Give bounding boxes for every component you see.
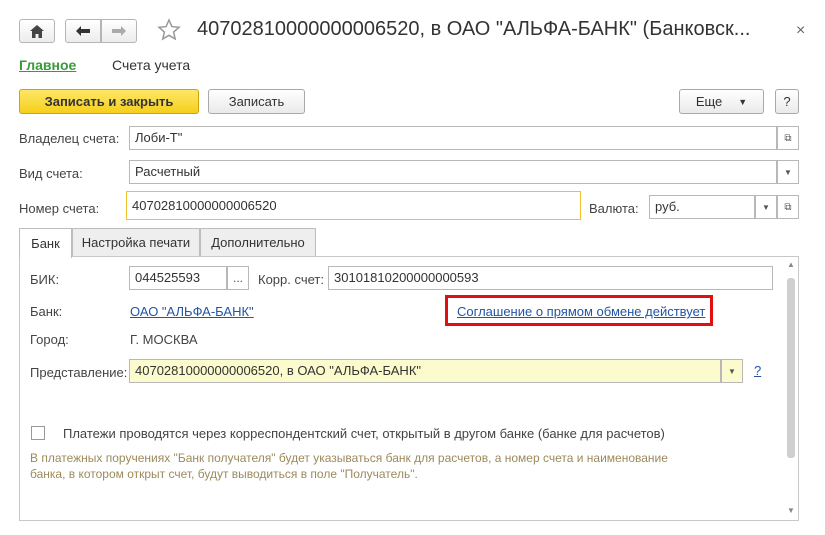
note-line-2: банка, в котором открыт счет, будут выво… — [30, 467, 418, 481]
bik-label: БИК: — [30, 272, 60, 287]
dropdown-arrow-icon: ▼ — [728, 366, 736, 376]
note-line-1: В платежных поручениях "Банк получателя"… — [30, 451, 668, 465]
help-button[interactable]: ? — [775, 89, 799, 114]
corr-label: Корр. счет: — [258, 272, 324, 287]
arrow-right-icon — [112, 26, 126, 36]
city-value: Г. МОСКВА — [130, 332, 198, 347]
representation-dropdown-button[interactable]: ▼ — [721, 359, 743, 383]
panel-scrollbar[interactable]: ▲ ▼ — [785, 258, 797, 520]
scroll-down-icon[interactable]: ▼ — [787, 506, 795, 515]
home-button[interactable] — [19, 19, 55, 43]
type-label: Вид счета: — [19, 166, 83, 181]
bank-label: Банк: — [30, 304, 63, 319]
city-label: Город: — [30, 332, 69, 347]
dropdown-arrow-icon: ▼ — [784, 167, 792, 177]
tab-print-settings[interactable]: Настройка печати — [72, 228, 200, 256]
tab-bank[interactable]: Банк — [19, 228, 72, 258]
back-button[interactable] — [65, 19, 101, 43]
agreement-link[interactable]: Соглашение о прямом обмене действует — [457, 304, 705, 319]
favorite-star-icon[interactable] — [157, 18, 181, 45]
correspondent-checkbox[interactable] — [31, 426, 45, 440]
currency-field[interactable]: руб. — [649, 195, 755, 219]
nav-accounts[interactable]: Счета учета — [112, 57, 190, 73]
corr-account-field[interactable]: 30101810200000000593 — [328, 266, 773, 290]
window-title: 40702810000000006520, в ОАО "АЛЬФА-БАНК"… — [197, 18, 751, 40]
currency-label: Валюта: — [589, 201, 639, 216]
currency-dropdown-button[interactable]: ▼ — [755, 195, 777, 219]
open-window-icon: ⧉ — [784, 132, 792, 144]
number-label: Номер счета: — [19, 201, 100, 216]
bank-link[interactable]: ОАО "АЛЬФА-БАНК" — [130, 304, 254, 319]
save-and-close-button[interactable]: Записать и закрыть — [19, 89, 199, 114]
dropdown-arrow-icon: ▼ — [738, 96, 748, 107]
forward-button[interactable] — [101, 19, 137, 43]
save-button[interactable]: Записать — [208, 89, 305, 114]
owner-field[interactable]: Лоби-Т" — [129, 126, 777, 150]
bik-select-button[interactable]: ... — [227, 266, 249, 290]
nav-main[interactable]: Главное — [19, 57, 76, 73]
currency-open-button[interactable]: ⧉ — [777, 195, 799, 219]
bik-field[interactable]: 044525593 — [129, 266, 227, 290]
scroll-thumb[interactable] — [787, 278, 795, 458]
dropdown-arrow-icon: ▼ — [762, 202, 770, 212]
type-dropdown-button[interactable]: ▼ — [777, 160, 799, 184]
close-icon[interactable]: × — [796, 22, 805, 40]
arrow-left-icon — [76, 26, 90, 36]
type-field[interactable]: Расчетный — [129, 160, 777, 184]
owner-label: Владелец счета: — [19, 131, 120, 146]
home-icon — [30, 24, 44, 38]
more-button[interactable]: Еще ▼ — [679, 89, 764, 114]
representation-help-link[interactable]: ? — [754, 363, 761, 378]
more-label: Еще — [695, 94, 723, 109]
open-window-icon: ⧉ — [784, 201, 792, 213]
owner-open-button[interactable]: ⧉ — [777, 126, 799, 150]
account-number-field[interactable]: 40702810000000006520 — [126, 191, 581, 220]
correspondent-checkbox-label: Платежи проводятся через корреспондентск… — [63, 426, 665, 441]
tab-additional[interactable]: Дополнительно — [200, 228, 316, 256]
representation-field[interactable]: 40702810000000006520, в ОАО "АЛЬФА-БАНК" — [129, 359, 721, 383]
scroll-up-icon[interactable]: ▲ — [787, 260, 795, 269]
representation-label: Представление: — [30, 365, 128, 380]
